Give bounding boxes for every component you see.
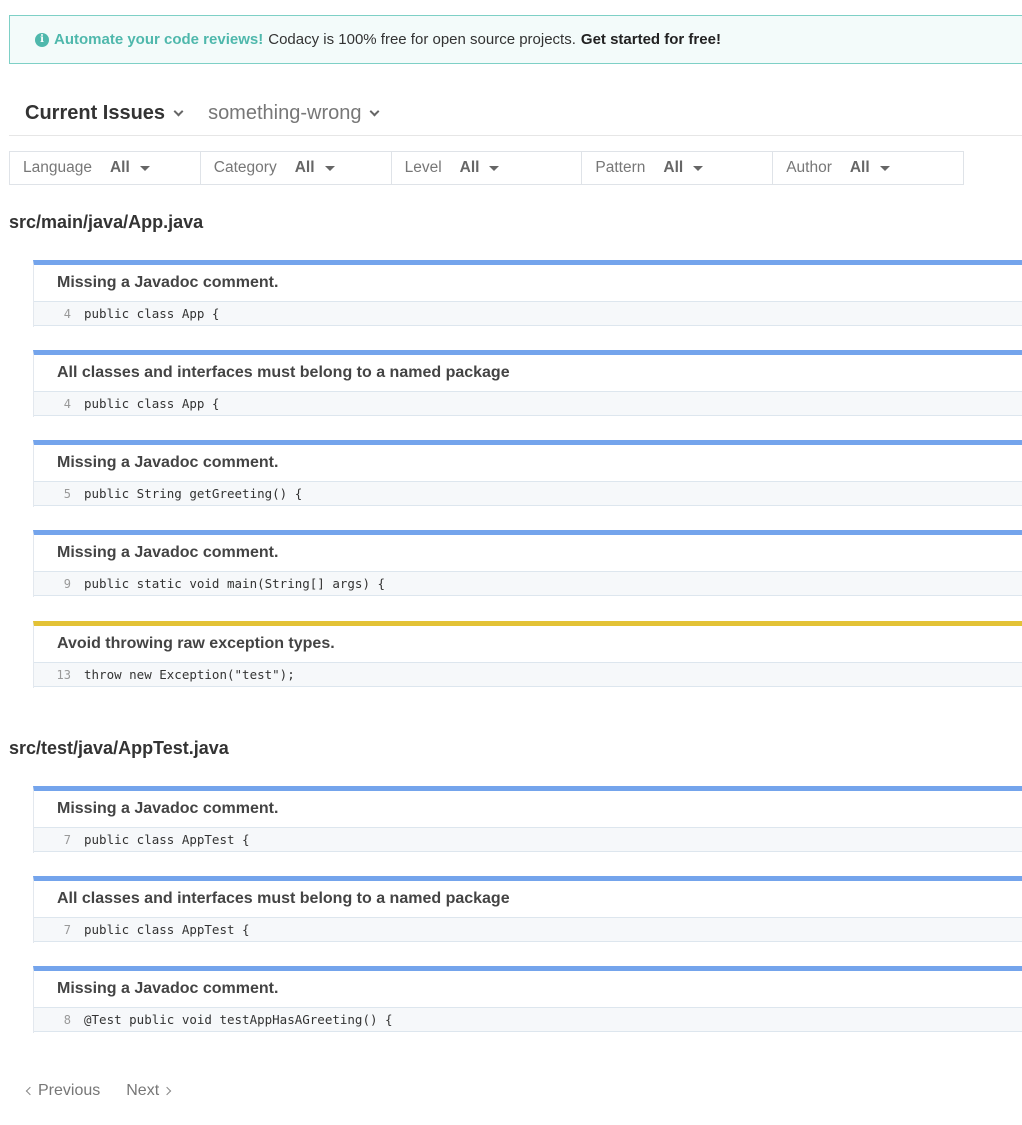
- line-number: 4: [63, 396, 71, 411]
- filter-label: Pattern: [595, 159, 646, 176]
- filter-level[interactable]: Level All: [392, 152, 583, 184]
- branch-dropdown-label: something-wrong: [208, 101, 362, 124]
- code-snippet: 4 public class App {: [34, 302, 1022, 326]
- line-number: 13: [56, 667, 71, 682]
- issue-card[interactable]: All classes and interfaces must belong t…: [33, 876, 1022, 943]
- filter-value: All: [294, 159, 315, 176]
- filter-author[interactable]: Author All: [773, 152, 963, 184]
- filter-bar: Language All Category All Level All Patt…: [9, 151, 964, 185]
- filter-value: All: [849, 159, 870, 176]
- next-label: Next: [126, 1082, 160, 1099]
- caret-down-icon: [324, 165, 335, 171]
- filter-label: Level: [404, 159, 442, 176]
- file-path[interactable]: src/main/java/App.java: [9, 212, 203, 233]
- filter-label: Category: [213, 159, 277, 176]
- code-snippet: 9 public static void main(String[] args)…: [34, 572, 1022, 596]
- code-line: public class AppTest {: [84, 832, 250, 847]
- caret-down-icon: [879, 165, 890, 171]
- next-button[interactable]: Next: [126, 1082, 172, 1100]
- file-path[interactable]: src/test/java/AppTest.java: [9, 738, 229, 759]
- code-line: public class App {: [84, 396, 220, 411]
- issue-message: Missing a Javadoc comment.: [34, 791, 1022, 828]
- line-number: 7: [63, 922, 71, 937]
- issue-message: Missing a Javadoc comment.: [34, 265, 1022, 302]
- line-number: 4: [63, 306, 71, 321]
- issue-message: Missing a Javadoc comment.: [34, 445, 1022, 482]
- issue-card[interactable]: Missing a Javadoc comment. 7 public clas…: [33, 786, 1022, 853]
- code-snippet: 7 public class AppTest {: [34, 828, 1022, 852]
- code-line: public class AppTest {: [84, 922, 250, 937]
- promo-banner: i Automate your code reviews! Codacy is …: [9, 15, 1022, 64]
- issue-message: Avoid throwing raw exception types.: [34, 626, 1022, 663]
- branch-dropdown[interactable]: something-wrong: [182, 93, 380, 133]
- line-number: 9: [63, 576, 71, 591]
- code-line: throw new Exception("test");: [84, 667, 295, 682]
- issues-header: Current Issues something-wrong: [9, 93, 1022, 136]
- chevron-right-icon: [162, 1086, 172, 1096]
- line-number: 8: [63, 1012, 71, 1027]
- code-snippet: 8 @Test public void testAppHasAGreeting(…: [34, 1008, 1022, 1032]
- filter-label: Language: [23, 159, 92, 176]
- issue-card[interactable]: Missing a Javadoc comment. 4 public clas…: [33, 260, 1022, 327]
- chevron-left-icon: [25, 1086, 35, 1096]
- banner-text: Codacy is 100% free for open source proj…: [268, 31, 576, 48]
- code-line: public String getGreeting() {: [84, 486, 303, 501]
- issue-message: All classes and interfaces must belong t…: [34, 881, 1022, 918]
- caret-down-icon: [489, 165, 500, 171]
- code-snippet: 13 throw new Exception("test");: [34, 663, 1022, 687]
- issue-card[interactable]: All classes and interfaces must belong t…: [33, 350, 1022, 417]
- previous-label: Previous: [38, 1082, 101, 1099]
- filter-value: All: [459, 159, 480, 176]
- code-snippet: 7 public class AppTest {: [34, 918, 1022, 942]
- code-snippet: 4 public class App {: [34, 392, 1022, 416]
- code-line: @Test public void testAppHasAGreeting() …: [84, 1012, 393, 1027]
- line-number: 7: [63, 832, 71, 847]
- filter-language[interactable]: Language All: [10, 152, 201, 184]
- filter-value: All: [109, 159, 130, 176]
- issue-card[interactable]: Missing a Javadoc comment. 9 public stat…: [33, 530, 1022, 597]
- banner-cta-link[interactable]: Get started for free!: [581, 31, 721, 48]
- issue-card[interactable]: Missing a Javadoc comment. 5 public Stri…: [33, 440, 1022, 507]
- filter-pattern[interactable]: Pattern All: [582, 152, 774, 184]
- issue-card[interactable]: Missing a Javadoc comment. 8 @Test publi…: [33, 966, 1022, 1033]
- view-dropdown[interactable]: Current Issues: [9, 93, 184, 133]
- view-dropdown-label: Current Issues: [25, 101, 166, 124]
- caret-down-icon: [693, 165, 704, 171]
- code-line: public class App {: [84, 306, 220, 321]
- filter-label: Author: [786, 159, 832, 176]
- pagination: Previous Next: [25, 1082, 196, 1100]
- previous-button[interactable]: Previous: [25, 1082, 101, 1100]
- chevron-down-icon: [370, 106, 380, 116]
- code-line: public static void main(String[] args) {: [84, 576, 386, 591]
- filter-category[interactable]: Category All: [201, 152, 392, 184]
- banner-lead[interactable]: Automate your code reviews!: [54, 31, 263, 48]
- issue-message: All classes and interfaces must belong t…: [34, 355, 1022, 392]
- line-number: 5: [63, 486, 71, 501]
- issue-message: Missing a Javadoc comment.: [34, 971, 1022, 1008]
- issue-message: Missing a Javadoc comment.: [34, 535, 1022, 572]
- caret-down-icon: [139, 165, 150, 171]
- issue-card[interactable]: Avoid throwing raw exception types. 13 t…: [33, 621, 1022, 688]
- filter-value: All: [663, 159, 684, 176]
- info-icon: i: [35, 32, 49, 47]
- code-snippet: 5 public String getGreeting() {: [34, 482, 1022, 506]
